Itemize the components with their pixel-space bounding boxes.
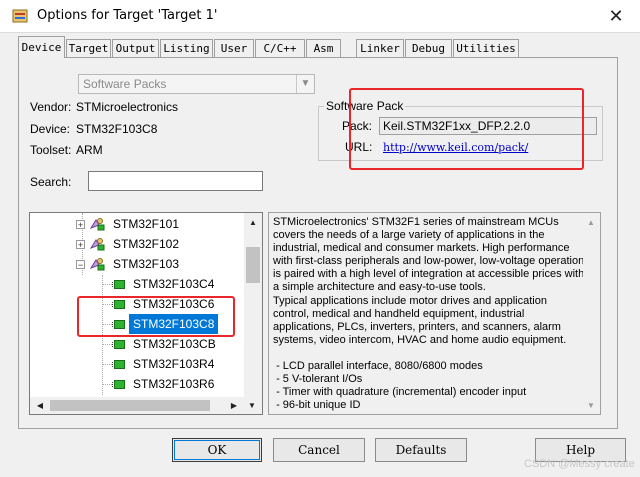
tree-horizontal-scrollbar[interactable]: ◀ ▶ ▼ — [30, 397, 262, 414]
chip-icon — [112, 340, 125, 349]
device-description: STMicroelectronics' STM32F1 series of ma… — [268, 212, 601, 415]
chip-icon — [112, 320, 125, 329]
tab-user[interactable]: User — [214, 39, 254, 57]
tab-linker[interactable]: Linker — [356, 39, 404, 57]
device-family-icon — [89, 238, 105, 251]
tab-asm[interactable]: Asm — [306, 39, 341, 57]
scroll-up-icon[interactable]: ▲ — [245, 214, 261, 230]
tab-c-cpp[interactable]: C/C++ — [255, 39, 305, 57]
description-text: STMicroelectronics' STM32F1 series of ma… — [273, 216, 585, 412]
device-tree[interactable]: + STM32F101 + STM32F102 − STM32F103 STM3… — [29, 212, 263, 415]
scroll-down-icon[interactable]: ▼ — [244, 397, 260, 413]
device-label: Device: — [30, 122, 71, 136]
expand-icon[interactable]: + — [76, 220, 85, 230]
device-family-icon — [89, 258, 105, 271]
chip-icon — [112, 360, 125, 369]
tree-item-label: STM32F102 — [113, 237, 180, 251]
tab-device[interactable]: Device — [18, 36, 65, 58]
device-database-value: Software Packs — [83, 77, 167, 91]
device-database-select[interactable]: Software Packs ▼ — [78, 74, 315, 94]
tab-output[interactable]: Output — [112, 39, 159, 57]
tree-item-label: STM32F103 — [113, 257, 180, 271]
scroll-thumb[interactable] — [50, 400, 210, 411]
tree-vertical-scrollbar[interactable]: ▲ — [244, 213, 262, 397]
tree-item-label: STM32F103C4 — [133, 277, 215, 291]
chip-icon — [112, 300, 125, 309]
device-value: STM32F103C8 — [76, 122, 158, 136]
pack-label: Pack: — [342, 119, 373, 133]
watermark: CSDN @Messy create — [524, 458, 635, 470]
scroll-thumb[interactable] — [246, 247, 260, 283]
expand-icon[interactable]: + — [76, 240, 85, 250]
tree-item-label: STM32F103C6 — [133, 297, 215, 311]
tab-utilities[interactable]: Utilities — [453, 39, 519, 57]
defaults-button[interactable]: Defaults — [375, 438, 467, 462]
tree-item-label: STM32F103C8 — [129, 314, 219, 334]
tree-item-label: STM32F101 — [113, 217, 180, 231]
tab-listing[interactable]: Listing — [160, 39, 213, 57]
cancel-button[interactable]: Cancel — [273, 438, 365, 462]
vendor-label: Vendor: — [30, 100, 72, 114]
description-scrollbar[interactable]: ▲ ▼ — [583, 213, 600, 414]
url-label: URL: — [345, 140, 373, 154]
pack-value-field: Keil.STM32F1xx_DFP.2.2.0 — [379, 117, 597, 135]
tree-item-label: STM32F103R6 — [133, 377, 215, 391]
close-button[interactable]: ✕ — [596, 3, 636, 29]
device-family-icon — [89, 218, 105, 231]
collapse-icon[interactable]: − — [76, 260, 85, 270]
window-title: Options for Target 'Target 1' — [37, 8, 218, 23]
keil-target-icon — [12, 9, 28, 23]
chevron-down-icon: ▼ — [296, 75, 314, 93]
tree-guide-line — [102, 275, 103, 395]
search-input[interactable] — [88, 171, 263, 191]
software-pack-legend: Software Pack — [324, 99, 406, 113]
vendor-value: STMicroelectronics — [76, 100, 179, 114]
scroll-left-icon[interactable]: ◀ — [32, 397, 48, 413]
tree-item-label: STM32F103CB — [133, 337, 216, 351]
tab-target[interactable]: Target — [66, 39, 111, 57]
ok-button[interactable]: OK — [172, 438, 262, 462]
toolset-label: Toolset: — [30, 143, 72, 157]
tab-debug[interactable]: Debug — [405, 39, 452, 57]
scroll-down-icon[interactable]: ▼ — [583, 397, 599, 413]
scroll-up-icon[interactable]: ▲ — [583, 214, 599, 230]
chip-icon — [112, 280, 125, 289]
scroll-right-icon[interactable]: ▶ — [226, 397, 242, 413]
close-icon: ✕ — [608, 5, 624, 26]
chip-icon — [112, 380, 125, 389]
search-label: Search: — [30, 175, 72, 189]
pack-url-link[interactable]: http://www.keil.com/pack/ — [383, 141, 528, 154]
toolset-value: ARM — [76, 143, 103, 157]
tree-item-label: STM32F103R4 — [133, 357, 215, 371]
